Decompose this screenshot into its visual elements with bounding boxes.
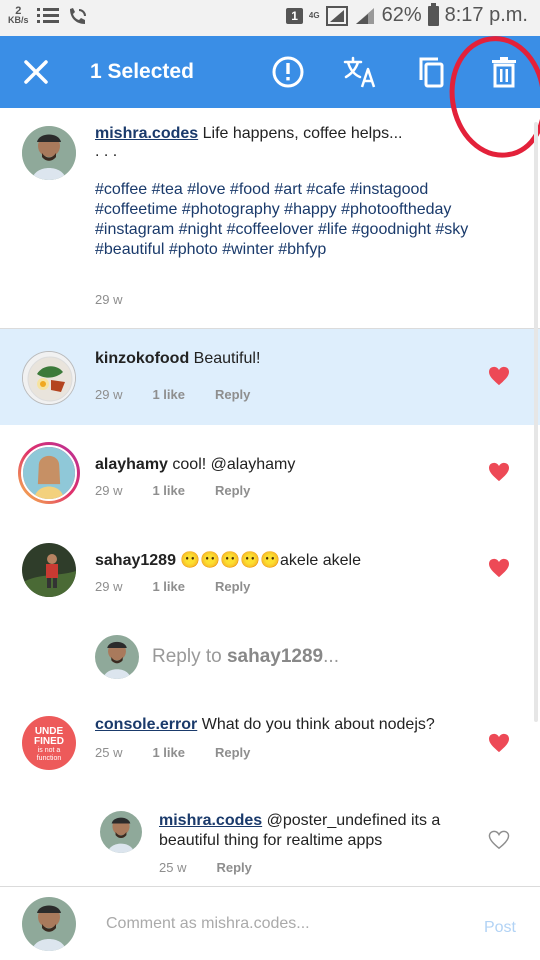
clock: 8:17 p.m. (444, 4, 528, 26)
status-bar: 2 KB/s 1 4G 62% 8:17 p.m. (0, 0, 540, 36)
comment-username[interactable]: sahay1289 (95, 552, 176, 569)
comment-text-block: sahay1289 😶😶😶😶😶akele akele (95, 551, 361, 571)
nested-reply-time: 25 w (159, 860, 187, 875)
heart-filled-icon[interactable] (488, 733, 510, 753)
comment-username[interactable]: kinzokofood (95, 350, 189, 367)
reply-prompt-avatar (95, 635, 139, 679)
avatar-text-line4: function (36, 755, 62, 762)
close-icon[interactable] (18, 54, 54, 90)
comment-username[interactable]: alayhamy (95, 456, 168, 473)
comment-row[interactable]: alayhamy cool! @alayhamy 29 w 1 like Rep… (0, 425, 540, 521)
scrollbar[interactable] (534, 122, 538, 722)
caption-username[interactable]: mishra.codes (95, 125, 198, 142)
comment-text: 😶😶😶😶😶akele akele (180, 552, 361, 569)
caption-text: Life happens, coffee helps... (202, 125, 403, 142)
reply-prompt-target: sahay1289 (226, 646, 324, 667)
signal-bars-icon (355, 7, 374, 24)
reply-prompt-input[interactable]: Reply to sahay1289... (152, 646, 339, 668)
report-icon[interactable] (270, 54, 306, 90)
comment-text: Beautiful! (193, 350, 261, 367)
comment-meta: 29 w 1 like Reply (95, 579, 250, 594)
network-speed-unit: KB/s (8, 15, 29, 25)
comment-avatar-console-error[interactable]: UNDE FINED is not a function (22, 716, 76, 770)
caption-row: mishra.codes Life happens, coffee helps.… (0, 108, 540, 328)
comment-username[interactable]: console.error (95, 716, 197, 733)
comment-likes[interactable]: 1 like (152, 745, 185, 760)
heart-filled-icon[interactable] (488, 558, 510, 578)
comment-text-block: alayhamy cool! @alayhamy (95, 455, 295, 475)
caption-ellipsis: . . . (95, 143, 118, 160)
comment-likes[interactable]: 1 like (152, 579, 185, 594)
copy-icon[interactable] (414, 54, 450, 90)
translate-icon[interactable] (342, 54, 378, 90)
comment-reply-button[interactable]: Reply (215, 483, 250, 498)
comment-time: 25 w (95, 745, 123, 760)
comment-composer: Comment as mishra.codes... Post (0, 886, 540, 960)
heart-filled-icon[interactable] (488, 366, 510, 386)
comment-avatar-sahay1289[interactable] (22, 543, 76, 597)
comment-row-selected[interactable]: kinzokofood Beautiful! 29 w 1 like Reply (0, 329, 540, 425)
comment-row[interactable]: sahay1289 😶😶😶😶😶akele akele 29 w 1 like R… (0, 521, 540, 617)
network-type: 4G (308, 11, 320, 20)
avatar-text-line3: is not a (37, 747, 61, 754)
caption-time: 29 w (95, 292, 123, 307)
nested-reply-username[interactable]: mishra.codes (159, 812, 262, 829)
comment-input[interactable]: Comment as mishra.codes... (106, 915, 310, 933)
avatar-text-line2: FINED (34, 736, 64, 747)
comments-list[interactable]: mishra.codes Life happens, coffee helps.… (0, 108, 540, 886)
reply-prompt-row[interactable]: Reply to sahay1289... (0, 617, 540, 697)
comment-text-block: kinzokofood Beautiful! (95, 349, 260, 369)
comment-likes[interactable]: 1 like (152, 387, 185, 402)
nested-reply-row[interactable]: mishra.codes @poster_undefined its a bea… (0, 787, 540, 886)
comment-meta: 29 w 1 like Reply (95, 387, 250, 402)
comment-meta: 29 w 1 like Reply (95, 483, 250, 498)
comment-avatar-kinzokofood[interactable] (22, 351, 76, 405)
comment-reply-button[interactable]: Reply (215, 387, 250, 402)
comment-reply-button[interactable]: Reply (215, 745, 250, 760)
comment-likes[interactable]: 1 like (152, 483, 185, 498)
caption-meta: 29 w (95, 292, 122, 307)
battery-percent: 62% (381, 4, 422, 26)
caption-hashtags[interactable]: #coffee #tea #love #food #art #cafe #ins… (95, 180, 495, 260)
network-speed: 2 KB/s (8, 6, 29, 25)
nested-reply-reply-button[interactable]: Reply (216, 860, 251, 875)
nested-reply-meta: 25 w Reply (159, 860, 252, 875)
selection-title: 1 Selected (90, 60, 194, 83)
signal-icon (325, 5, 348, 26)
nested-reply-avatar[interactable] (100, 811, 142, 853)
heart-outline-icon[interactable] (488, 830, 510, 850)
heart-filled-icon[interactable] (488, 462, 510, 482)
caption-avatar[interactable] (22, 126, 76, 180)
comment-text-block: console.error What do you think about no… (95, 715, 435, 735)
composer-avatar (22, 897, 76, 951)
nested-reply-text-block: mishra.codes @poster_undefined its a bea… (159, 811, 479, 851)
comment-reply-button[interactable]: Reply (215, 579, 250, 594)
comment-row[interactable]: UNDE FINED is not a function console.err… (0, 697, 540, 787)
battery-icon (427, 2, 439, 26)
delete-icon[interactable] (486, 54, 522, 90)
reply-prompt-prefix: Reply to (152, 646, 227, 667)
comment-time: 29 w (95, 579, 123, 594)
comment-text: What do you think about nodejs? (201, 716, 435, 733)
post-button[interactable]: Post (484, 919, 516, 937)
comment-avatar-alayhamy[interactable] (18, 442, 80, 504)
list-icon (36, 8, 59, 23)
comment-time: 29 w (95, 387, 123, 402)
reply-prompt-suffix: ... (323, 646, 339, 667)
comment-meta: 25 w 1 like Reply (95, 745, 250, 760)
phone-wifi-icon (69, 8, 86, 24)
sim-badge: 1 (286, 7, 303, 24)
caption-text-block: mishra.codes Life happens, coffee helps.… (95, 124, 495, 260)
comment-text: cool! @alayhamy (172, 456, 296, 473)
comment-time: 29 w (95, 483, 123, 498)
selection-toolbar: 1 Selected (0, 36, 540, 108)
